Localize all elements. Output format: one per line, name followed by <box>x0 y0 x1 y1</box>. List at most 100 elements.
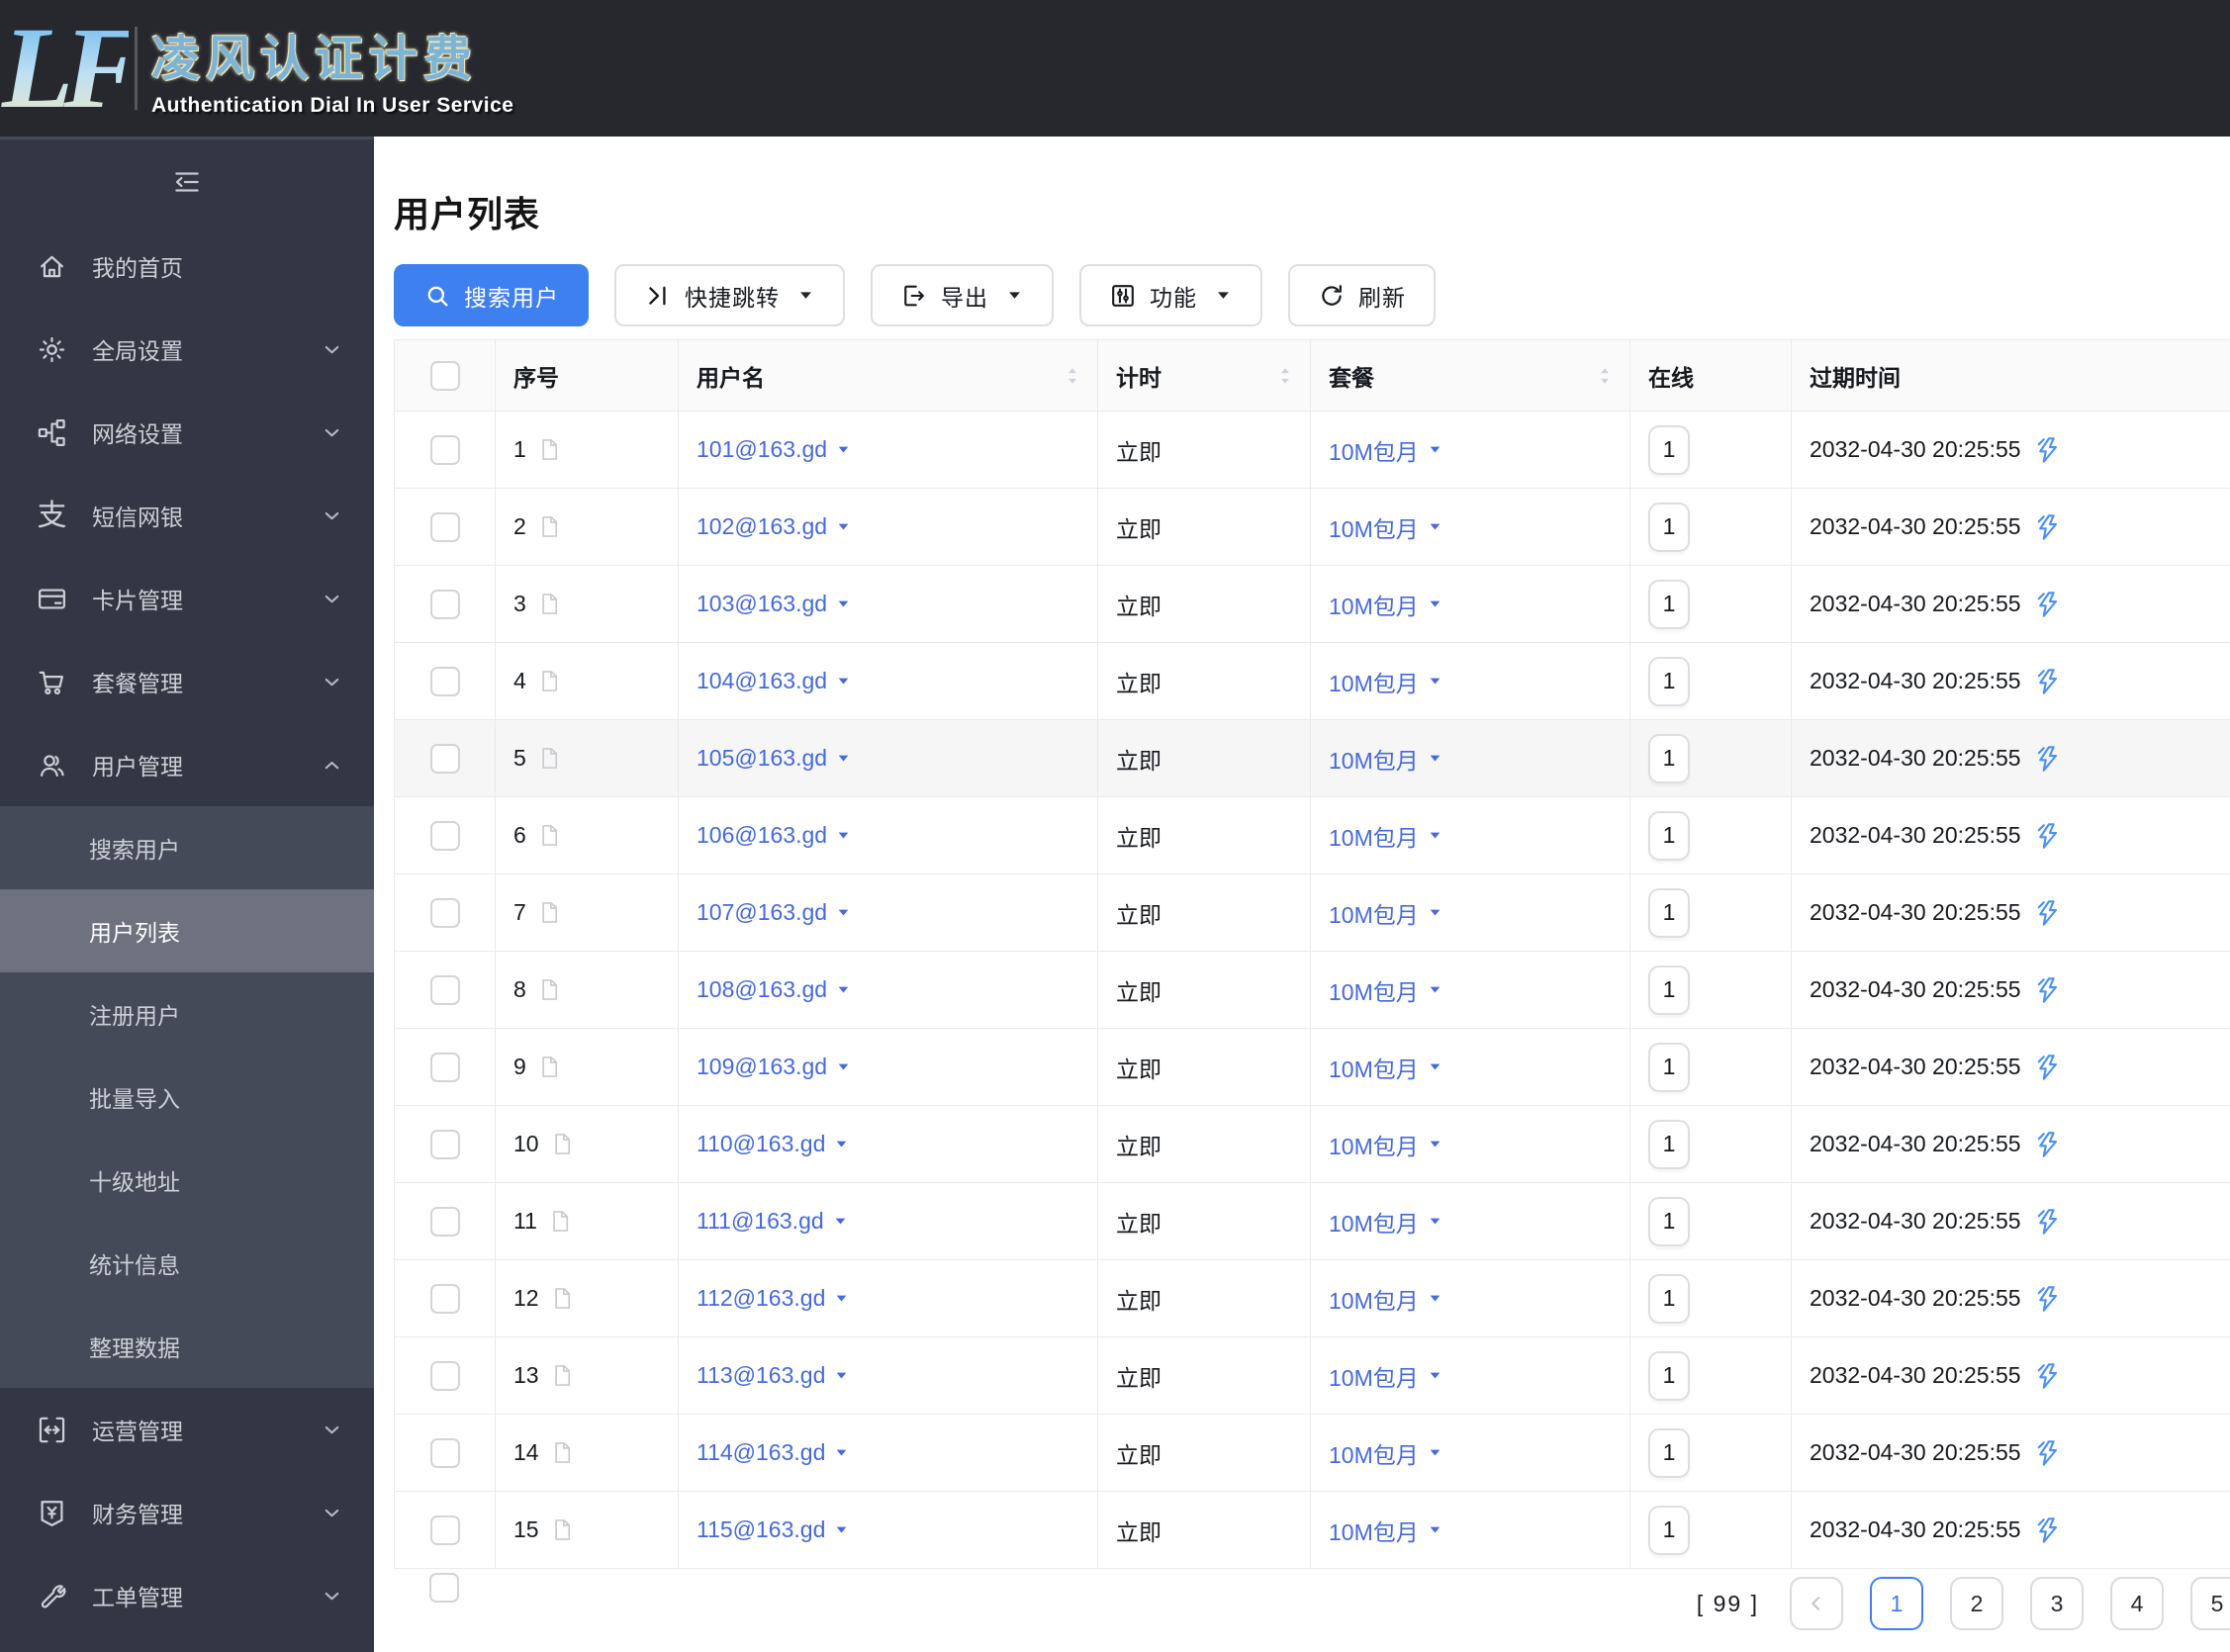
online-count-badge[interactable]: 1 <box>1648 1196 1690 1246</box>
sidebar-item-batch-import[interactable]: 批量导入 <box>0 1055 374 1139</box>
package-link[interactable]: 10M包月 <box>1329 1514 1443 1547</box>
lightning-kick-icon[interactable] <box>2033 1207 2063 1237</box>
package-link[interactable]: 10M包月 <box>1329 1359 1443 1393</box>
online-count-badge[interactable]: 1 <box>1648 1427 1690 1478</box>
row-checkbox[interactable] <box>429 974 460 1005</box>
row-checkbox[interactable] <box>429 1437 460 1468</box>
lightning-kick-icon[interactable] <box>2033 898 2063 928</box>
row-checkbox[interactable] <box>429 1206 460 1237</box>
prev-page-button[interactable] <box>1790 1577 1843 1630</box>
online-count-badge[interactable]: 1 <box>1648 1042 1690 1092</box>
username-link[interactable]: 112@163.gd <box>697 1285 850 1312</box>
online-count-badge[interactable]: 1 <box>1648 1505 1690 1555</box>
sidebar-item-operations[interactable]: 运营管理 <box>0 1388 374 1471</box>
row-checkbox[interactable] <box>429 1052 460 1082</box>
online-count-badge[interactable]: 1 <box>1648 424 1690 475</box>
page-button-5[interactable]: 5 <box>2190 1577 2230 1630</box>
export-button[interactable]: 导出 <box>871 264 1054 326</box>
lightning-kick-icon[interactable] <box>2033 821 2063 851</box>
sort-arrows-icon[interactable] <box>1274 363 1296 389</box>
username-link[interactable]: 109@163.gd <box>697 1054 852 1080</box>
package-link[interactable]: 10M包月 <box>1329 742 1443 776</box>
package-link[interactable]: 10M包月 <box>1329 896 1443 930</box>
lightning-kick-icon[interactable] <box>2033 1053 2063 1082</box>
username-link[interactable]: 114@163.gd <box>697 1439 850 1466</box>
online-count-badge[interactable]: 1 <box>1648 1119 1690 1169</box>
sidebar-item-global-settings[interactable]: 全局设置 <box>0 308 374 391</box>
username-link[interactable]: 110@163.gd <box>697 1131 850 1157</box>
online-count-badge[interactable]: 1 <box>1648 656 1690 706</box>
package-link[interactable]: 10M包月 <box>1329 819 1443 853</box>
row-checkbox[interactable] <box>429 743 460 774</box>
sidebar-item-register-users[interactable]: 注册用户 <box>0 972 374 1055</box>
sidebar-item-card-management[interactable]: 卡片管理 <box>0 557 374 640</box>
online-count-badge[interactable]: 1 <box>1648 733 1690 783</box>
package-link[interactable]: 10M包月 <box>1329 665 1443 698</box>
sidebar-item-level-address[interactable]: 十级地址 <box>0 1139 374 1222</box>
online-count-badge[interactable]: 1 <box>1648 810 1690 861</box>
lightning-kick-icon[interactable] <box>2033 744 2063 774</box>
package-link[interactable]: 10M包月 <box>1329 973 1443 1007</box>
username-link[interactable]: 101@163.gd <box>697 436 852 463</box>
package-link[interactable]: 10M包月 <box>1329 1205 1443 1239</box>
quick-jump-button[interactable]: 快捷跳转 <box>614 264 845 326</box>
lightning-kick-icon[interactable] <box>2033 975 2063 1005</box>
sidebar-item-work-orders[interactable]: 工单管理 <box>0 1554 374 1637</box>
lightning-kick-icon[interactable] <box>2033 1515 2063 1545</box>
row-checkbox[interactable] <box>429 511 460 542</box>
page-button-3[interactable]: 3 <box>2030 1577 2084 1630</box>
column-header-timing[interactable]: 计时 <box>1097 339 1311 412</box>
sort-arrows-icon[interactable] <box>1062 363 1083 389</box>
username-link[interactable]: 105@163.gd <box>697 745 852 772</box>
lightning-kick-icon[interactable] <box>2033 1361 2063 1391</box>
username-link[interactable]: 102@163.gd <box>697 513 852 540</box>
row-checkbox[interactable] <box>429 1360 460 1391</box>
online-count-badge[interactable]: 1 <box>1648 579 1690 629</box>
package-link[interactable]: 10M包月 <box>1329 588 1443 621</box>
sidebar-item-home[interactable]: 我的首页 <box>0 225 374 308</box>
row-checkbox[interactable] <box>429 1129 460 1159</box>
sidebar-item-user-management[interactable]: 用户管理 <box>0 723 374 806</box>
column-header-username[interactable]: 用户名 <box>678 339 1098 412</box>
sidebar-item-sms-banking[interactable]: 支短信网银 <box>0 474 374 557</box>
package-link[interactable]: 10M包月 <box>1329 1128 1443 1161</box>
page-button-4[interactable]: 4 <box>2110 1577 2164 1630</box>
lightning-kick-icon[interactable] <box>2033 1438 2063 1468</box>
sidebar-item-data-cleanup[interactable]: 整理数据 <box>0 1305 374 1388</box>
username-link[interactable]: 115@163.gd <box>697 1516 850 1543</box>
row-checkbox[interactable] <box>429 1514 460 1545</box>
package-link[interactable]: 10M包月 <box>1329 1436 1443 1470</box>
username-link[interactable]: 108@163.gd <box>697 976 852 1003</box>
footer-select-all-checkbox[interactable] <box>429 1573 459 1603</box>
page-button-2[interactable]: 2 <box>1950 1577 2003 1630</box>
refresh-button[interactable]: 刷新 <box>1288 264 1436 326</box>
lightning-kick-icon[interactable] <box>2033 1130 2063 1159</box>
sidebar-item-statistics[interactable]: 统计信息 <box>0 1222 374 1305</box>
column-header-package[interactable]: 套餐 <box>1310 339 1630 412</box>
online-count-badge[interactable]: 1 <box>1648 1273 1690 1324</box>
row-checkbox[interactable] <box>429 589 460 619</box>
page-button-1[interactable]: 1 <box>1870 1577 1923 1630</box>
lightning-kick-icon[interactable] <box>2033 435 2063 465</box>
package-link[interactable]: 10M包月 <box>1329 1282 1443 1316</box>
sidebar-item-search-users[interactable]: 搜索用户 <box>0 806 374 889</box>
package-link[interactable]: 10M包月 <box>1329 510 1443 544</box>
row-checkbox[interactable] <box>429 1283 460 1314</box>
row-checkbox[interactable] <box>429 820 460 851</box>
lightning-kick-icon[interactable] <box>2033 590 2063 619</box>
username-link[interactable]: 103@163.gd <box>697 591 852 617</box>
sidebar-item-finance[interactable]: 财务管理 <box>0 1471 374 1554</box>
online-count-badge[interactable]: 1 <box>1648 887 1690 938</box>
online-count-badge[interactable]: 1 <box>1648 1350 1690 1401</box>
lightning-kick-icon[interactable] <box>2033 667 2063 696</box>
row-checkbox[interactable] <box>429 666 460 696</box>
lightning-kick-icon[interactable] <box>2033 512 2063 542</box>
username-link[interactable]: 111@163.gd <box>697 1208 849 1235</box>
username-link[interactable]: 104@163.gd <box>697 668 852 694</box>
sidebar-item-user-list[interactable]: 用户列表 <box>0 889 374 972</box>
search-users-button[interactable]: 搜索用户 <box>394 264 589 326</box>
username-link[interactable]: 106@163.gd <box>697 822 852 849</box>
sidebar-item-package-management[interactable]: 套餐管理 <box>0 640 374 723</box>
row-checkbox[interactable] <box>429 434 460 465</box>
sort-arrows-icon[interactable] <box>1594 363 1616 389</box>
